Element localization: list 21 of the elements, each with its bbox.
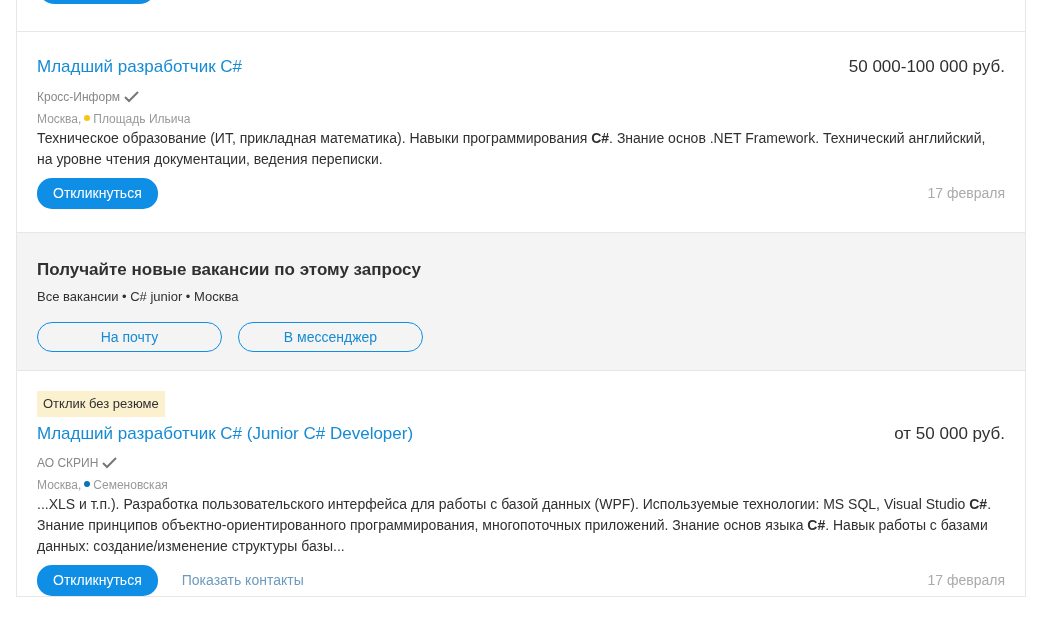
- no-resume-tag: Отклик без резюме: [37, 391, 165, 417]
- publication-date: 17 февраля: [927, 183, 1005, 203]
- vacancy-title-link[interactable]: Младший разработчик C# (Junior C# Developer): [37, 420, 414, 446]
- subscribe-title: Получайте новые вакансии по этому запросу: [37, 259, 422, 281]
- vacancy-description: Знание принципов объектно-ориентированного программирования, многопоточных приложений. Знание основ языка C#. Навык работы с базами данных: создание/изменение структуры базы...: [37, 516, 989, 556]
- vacancy-description: Техническое образование (ИТ, прикладная математика). Навыки программирования C#. Знание основ .NET Framework. Технический английский, на уровне чтения документации, ведения переписки.: [37, 128, 987, 169]
- vacancy-title-link[interactable]: Младший разработчик C#: [37, 54, 243, 80]
- city: Москва,: [37, 110, 82, 128]
- show-contacts-link[interactable]: Показать контакты: [181, 570, 304, 591]
- publication-date: 17 февраля: [927, 571, 1005, 590]
- salary: 50 000-100 000 руб.: [848, 56, 1005, 78]
- search-query: Все вакансии • C# junior • Москва: [37, 287, 240, 306]
- metro-station: Семеновская: [93, 477, 168, 494]
- respond-button[interactable]: Откликнуться: [37, 565, 158, 596]
- company-name: АО СКРИН: [37, 455, 99, 472]
- company-name: Кросс-Информ: [37, 88, 121, 106]
- city: Москва,: [37, 477, 82, 494]
- salary: от 50 000 руб.: [894, 422, 1005, 445]
- metro-station: Площадь Ильича: [93, 110, 191, 128]
- vacancy-description: ...XLS и т.п.). Разработка пользовательского интерфейса для работы с базой данных (WPF). Используемые технологии: MS SQL, Visual Studio C#.: [37, 495, 992, 514]
- respond-button[interactable]: Откликнуться: [37, 177, 158, 209]
